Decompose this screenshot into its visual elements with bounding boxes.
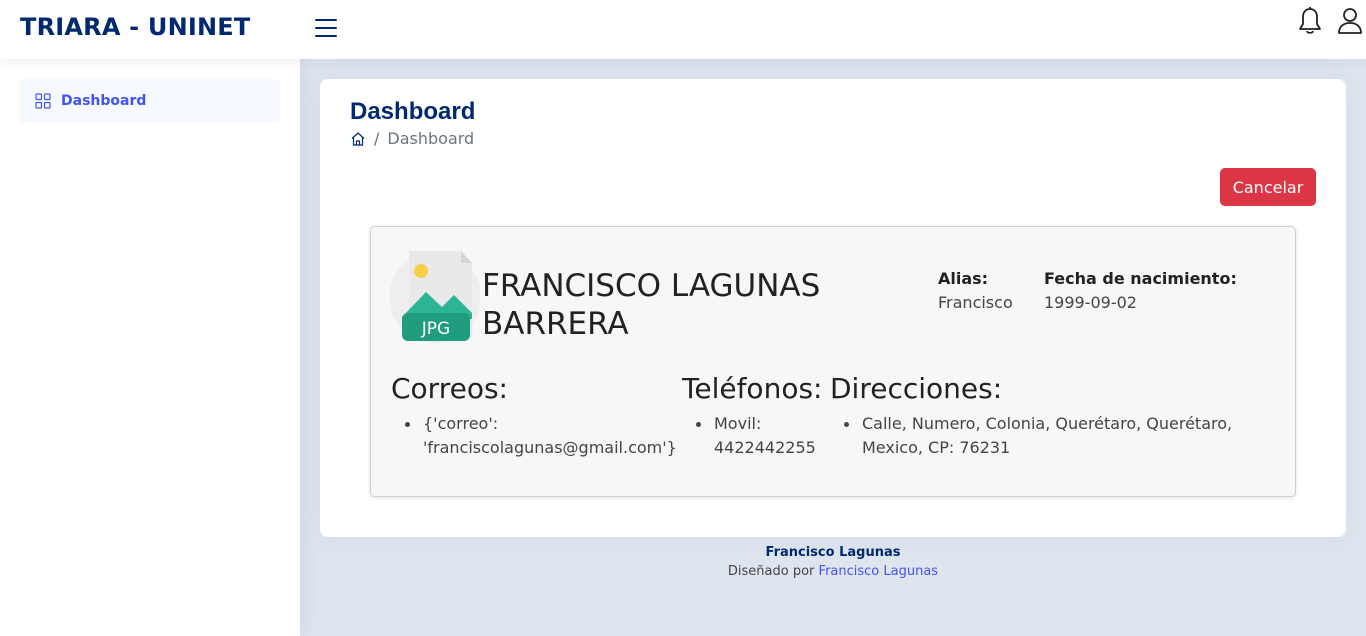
sidebar-item-label: Dashboard: [61, 93, 147, 109]
top-header: TRIARA - UNINET: [0, 0, 1366, 59]
list-item: Calle, Numero, Colonia, Querétaro, Queré…: [830, 412, 1260, 460]
emails-list: {'correo': 'franciscolagunas@gmail.com'}: [391, 412, 681, 460]
birthdate-value: 1999-09-02: [1044, 293, 1137, 312]
footer-designed-by: Diseñado por: [727, 564, 815, 579]
menu-toggle-icon[interactable]: [314, 16, 338, 40]
list-item: Movil: 4422442255: [682, 412, 822, 460]
addresses-title: Direcciones:: [830, 372, 1003, 405]
footer: Francisco Lagunas Diseñado por Francisco…: [300, 545, 1366, 579]
emails-title: Correos:: [391, 372, 508, 405]
alias-block: Alias: Francisco: [938, 267, 1028, 315]
footer-designer-link[interactable]: Francisco Lagunas: [819, 564, 939, 579]
sidebar-item-dashboard[interactable]: Dashboard: [20, 79, 280, 123]
breadcrumb-separator: /: [374, 129, 380, 148]
addresses-list: Calle, Numero, Colonia, Querétaro, Queré…: [830, 412, 1260, 460]
user-profile-icon[interactable]: [1336, 6, 1364, 36]
breadcrumb-current: Dashboard: [387, 129, 475, 148]
footer-copyright: Francisco Lagunas: [765, 545, 901, 560]
page-title: Dashboard: [350, 98, 476, 125]
app-logo[interactable]: TRIARA - UNINET: [20, 13, 250, 41]
footer-credits: Diseñado por Francisco Lagunas: [300, 564, 1366, 579]
avatar-label: JPG: [421, 319, 450, 339]
list-item: {'correo': 'franciscolagunas@gmail.com'}: [391, 412, 681, 460]
notifications-bell-icon[interactable]: [1296, 6, 1324, 36]
sidebar: Dashboard: [0, 59, 300, 636]
alias-value: Francisco: [938, 293, 1013, 312]
cancel-button[interactable]: Cancelar: [1220, 168, 1316, 206]
grid-icon: [35, 93, 51, 109]
birthdate-block: Fecha de nacimiento: 1999-09-02: [1044, 267, 1274, 315]
phones-list: Movil: 4422442255: [682, 412, 822, 460]
main-content: Dashboard / Dashboard Cancelar JPG FRANC…: [300, 59, 1366, 636]
breadcrumb: / Dashboard: [350, 129, 474, 148]
alias-label: Alias:: [938, 269, 989, 288]
home-icon[interactable]: [350, 131, 366, 147]
content-card: Dashboard / Dashboard Cancelar JPG FRANC…: [320, 79, 1346, 537]
phones-title: Teléfonos:: [682, 372, 823, 405]
birthdate-label: Fecha de nacimiento:: [1044, 269, 1237, 288]
avatar: JPG: [389, 247, 481, 347]
profile-name: FRANCISCO LAGUNAS BARRERA: [482, 268, 821, 342]
profile-card: JPG FRANCISCO LAGUNAS BARRERA Alias: Fra…: [370, 226, 1296, 497]
